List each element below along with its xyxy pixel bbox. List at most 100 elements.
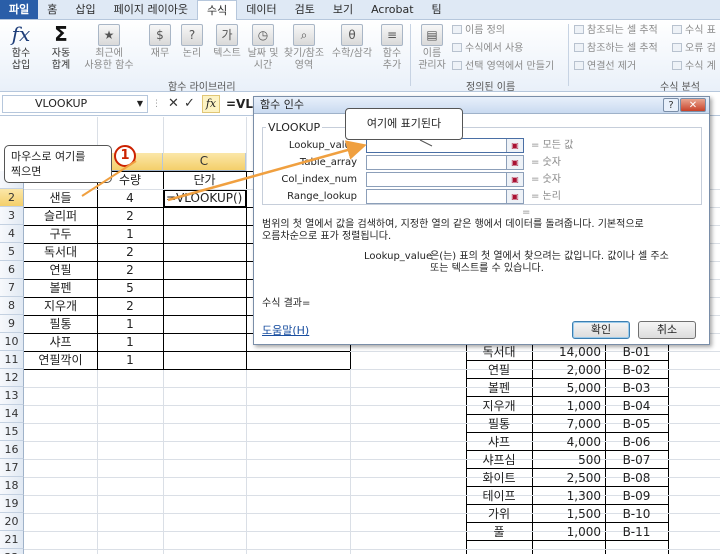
use-in-formula-button[interactable]: 수식에서 사용 xyxy=(452,42,523,55)
item-qty-cell[interactable]: 4 xyxy=(97,189,163,207)
lookup-price-cell[interactable]: 1,000 xyxy=(532,523,605,541)
lookup-reference-button[interactable]: ⌕ 찾기/참조 영역 xyxy=(281,24,327,72)
lookup-price-cell[interactable]: 1,000 xyxy=(532,397,605,415)
row-header[interactable]: 18 xyxy=(0,477,24,495)
enter-icon[interactable]: ✓ xyxy=(184,96,195,112)
item-qty-cell[interactable]: 2 xyxy=(97,243,163,261)
more-functions-button[interactable]: ≡ 함수 추가 xyxy=(378,24,406,72)
row-header[interactable]: 11 xyxy=(0,351,24,369)
lookup-name-cell[interactable]: 볼펜 xyxy=(466,379,532,397)
item-name-cell[interactable]: 연필 xyxy=(24,261,97,279)
ok-button[interactable]: 확인 xyxy=(572,321,630,339)
item-qty-cell[interactable]: 1 xyxy=(97,351,163,369)
recent-functions-button[interactable]: ★ 최근에 사용한 함수 xyxy=(80,24,138,72)
lookup-name-cell[interactable]: 풀 xyxy=(466,523,532,541)
lookup-code-cell[interactable]: B-11 xyxy=(605,523,668,541)
item-name-cell[interactable]: 필통 xyxy=(24,315,97,333)
row-header[interactable]: 21 xyxy=(0,531,24,549)
evaluate-formula-button[interactable]: 수식 계 xyxy=(672,60,716,73)
item-qty-cell[interactable]: 1 xyxy=(97,315,163,333)
lookup-name-cell[interactable]: 연필 xyxy=(466,361,532,379)
lookup-code-cell[interactable]: B-08 xyxy=(605,469,668,487)
lookup-name-cell[interactable]: 지우개 xyxy=(466,397,532,415)
formula-text[interactable]: =VL xyxy=(226,97,253,111)
tab-2[interactable]: 삽입 xyxy=(66,0,104,19)
lookup-price-cell[interactable]: 2,500 xyxy=(532,469,605,487)
item-name-cell[interactable]: 샌들 xyxy=(24,189,97,207)
lookup-name-cell[interactable]: 독서대 xyxy=(466,343,532,361)
lookup-code-cell[interactable]: B-09 xyxy=(605,487,668,505)
lookup-price-cell[interactable]: 14,000 xyxy=(532,343,605,361)
row-header[interactable]: 12 xyxy=(0,369,24,387)
lookup-name-cell[interactable]: 화이트 xyxy=(466,469,532,487)
lookup-code-cell[interactable]: B-10 xyxy=(605,505,668,523)
row-header[interactable]: 9 xyxy=(0,315,24,333)
item-name-cell[interactable]: 독서대 xyxy=(24,243,97,261)
lookup-name-cell[interactable]: 가위 xyxy=(466,505,532,523)
row-header[interactable]: 20 xyxy=(0,513,24,531)
lookup-price-cell[interactable]: 2,000 xyxy=(532,361,605,379)
item-name-cell[interactable]: 구두 xyxy=(24,225,97,243)
define-name-button[interactable]: 이름 정의 xyxy=(452,24,505,37)
create-from-selection-button[interactable]: 선택 영역에서 만들기 xyxy=(452,60,554,73)
row-header[interactable]: 15 xyxy=(0,423,24,441)
item-qty-cell[interactable]: 2 xyxy=(97,261,163,279)
insert-function-button[interactable]: fx 함수 삽입 xyxy=(6,24,36,72)
lookup-code-cell[interactable]: B-02 xyxy=(605,361,668,379)
item-qty-cell[interactable]: 1 xyxy=(97,225,163,243)
logical-button[interactable]: ? 논리 xyxy=(178,24,206,60)
row-header[interactable]: 13 xyxy=(0,387,24,405)
trace-dependents-button[interactable]: 참조하는 셀 추적 xyxy=(574,42,658,55)
autosum-button[interactable]: Σ 자동 합계 xyxy=(44,24,78,72)
name-manager-button[interactable]: ▤ 이름 관리자 xyxy=(414,24,450,72)
text-button[interactable]: 가 텍스트 xyxy=(210,24,244,60)
row-header[interactable]: 2 xyxy=(0,189,24,207)
tab-3[interactable]: 페이지 레이아웃 xyxy=(105,0,197,19)
col-index-num-input[interactable]: ▣ xyxy=(366,172,524,187)
tab-6[interactable]: 검토 xyxy=(286,0,324,19)
tab-8[interactable]: Acrobat xyxy=(362,0,422,19)
row-header[interactable]: 19 xyxy=(0,495,24,513)
table-array-input[interactable]: ▣ xyxy=(366,155,524,170)
lookup-name-cell[interactable]: 필통 xyxy=(466,415,532,433)
row-header[interactable]: 8 xyxy=(0,297,24,315)
lookup-code-cell[interactable]: B-03 xyxy=(605,379,668,397)
cancel-icon[interactable]: ✕ xyxy=(168,96,179,112)
collapse-dialog-icon[interactable]: ▣ xyxy=(506,190,523,203)
collapse-dialog-icon[interactable]: ▣ xyxy=(506,156,523,169)
error-check-button[interactable]: 오류 검 xyxy=(672,42,716,55)
item-qty-cell[interactable]: 2 xyxy=(97,207,163,225)
row-header[interactable]: 6 xyxy=(0,261,24,279)
lookup-price-cell[interactable]: 1,300 xyxy=(532,487,605,505)
item-qty-cell[interactable]: 1 xyxy=(97,333,163,351)
item-name-cell[interactable]: 지우개 xyxy=(24,297,97,315)
tab-5[interactable]: 데이터 xyxy=(237,0,285,19)
header-cell-price[interactable]: 단가 xyxy=(163,171,246,189)
lookup-code-cell[interactable]: B-07 xyxy=(605,451,668,469)
row-header[interactable]: 5 xyxy=(0,243,24,261)
row-header[interactable]: 10 xyxy=(0,333,24,351)
remove-arrows-button[interactable]: 연결선 제거 xyxy=(574,60,636,73)
show-formulas-button[interactable]: 수식 표 xyxy=(672,24,716,37)
lookup-price-cell[interactable]: 5,000 xyxy=(532,379,605,397)
lookup-price-cell[interactable]: 7,000 xyxy=(532,415,605,433)
item-name-cell[interactable]: 슬리퍼 xyxy=(24,207,97,225)
item-name-cell[interactable]: 샤프 xyxy=(24,333,97,351)
tab-7[interactable]: 보기 xyxy=(324,0,362,19)
insert-function-fx-icon[interactable]: fx xyxy=(202,95,220,113)
chevron-down-icon[interactable]: ▼ xyxy=(137,96,143,112)
row-header[interactable]: 16 xyxy=(0,441,24,459)
trace-precedents-button[interactable]: 참조되는 셀 추적 xyxy=(574,24,658,37)
math-trig-button[interactable]: θ 수학/삼각 xyxy=(329,24,375,60)
column-header-c[interactable]: C xyxy=(163,153,246,171)
lookup-name-cell[interactable]: 샤프심 xyxy=(466,451,532,469)
lookup-code-cell[interactable]: B-06 xyxy=(605,433,668,451)
range-lookup-input[interactable]: ▣ xyxy=(366,189,524,204)
cancel-button[interactable]: 취소 xyxy=(638,321,696,339)
tab-1[interactable]: 홈 xyxy=(38,0,66,19)
item-qty-cell[interactable]: 2 xyxy=(97,297,163,315)
lookup-code-cell[interactable]: B-04 xyxy=(605,397,668,415)
row-header[interactable]: 14 xyxy=(0,405,24,423)
datetime-button[interactable]: ◷ 날짜 및 시간 xyxy=(246,24,280,72)
collapse-dialog-icon[interactable]: ▣ xyxy=(506,139,523,152)
